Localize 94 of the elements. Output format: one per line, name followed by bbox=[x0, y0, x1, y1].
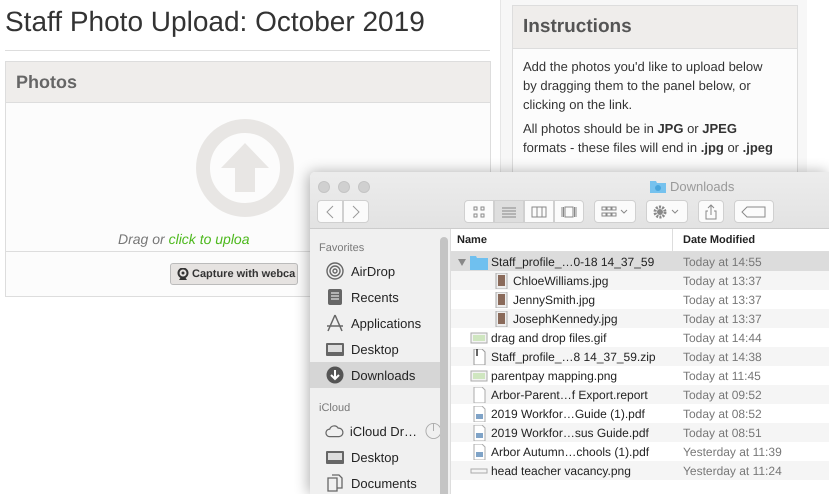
date-modified: Today at 13:37 bbox=[682, 274, 762, 288]
date-modified: Today at 08:52 bbox=[682, 406, 762, 420]
close-icon[interactable] bbox=[318, 181, 330, 193]
date-modified: Today at 08:51 bbox=[682, 426, 762, 440]
grid-icon bbox=[601, 206, 629, 218]
sync-progress-icon bbox=[425, 422, 442, 440]
date-modified: Today at 14:55 bbox=[682, 254, 762, 268]
file-name: JosephKennedy.jpg bbox=[513, 312, 618, 326]
gallery-view-icon bbox=[561, 206, 577, 218]
file-row[interactable]: JennySmith.jpg Today at 13:37 bbox=[451, 290, 829, 309]
webcam-icon bbox=[177, 268, 189, 280]
instruction-text: Add the photos you'd like to upload below by dragging them to the panel below, or clicking on the link. bbox=[523, 58, 764, 114]
sidebar-item[interactable]: Desktop bbox=[310, 336, 442, 362]
file-name: Staff_profile_…8 14_37_59.zip bbox=[491, 350, 656, 364]
minimize-icon[interactable] bbox=[338, 181, 350, 193]
share-button[interactable] bbox=[698, 200, 724, 223]
icons-view-icon bbox=[471, 206, 487, 218]
columns-view-icon bbox=[531, 206, 547, 218]
chevron-left-icon bbox=[326, 204, 334, 218]
file-name: parentpay mapping.png bbox=[491, 368, 618, 382]
panel-title: Photos bbox=[16, 72, 77, 92]
airdrop-icon bbox=[325, 262, 345, 280]
file-row[interactable]: Arbor Autumn…chools (1).pdf Yesterday at 11:39 bbox=[451, 442, 829, 461]
file-row[interactable]: 2019 Workfor…sus Guide.pdf Today at 08:51 bbox=[451, 423, 829, 442]
downloads-icon bbox=[325, 366, 345, 384]
view-mode-button[interactable] bbox=[524, 200, 554, 223]
file-name: Staff_profile_…0-18 14_37_59 bbox=[491, 254, 654, 268]
sidebar-item[interactable]: Downloads bbox=[310, 362, 442, 388]
file-name: ChloeWilliams.jpg bbox=[513, 274, 608, 288]
panel-title: Instructions bbox=[523, 16, 632, 38]
column-header[interactable]: Name bbox=[451, 229, 673, 251]
folder-icon bbox=[650, 180, 666, 193]
file-name: Arbor Autumn…chools (1).pdf bbox=[491, 444, 650, 458]
image-file-icon bbox=[470, 330, 488, 346]
forward-button[interactable] bbox=[343, 200, 369, 223]
group-button[interactable] bbox=[594, 200, 636, 223]
date-modified: Yesterday at 11:24 bbox=[682, 464, 782, 478]
file-name: head teacher vacancy.png bbox=[491, 464, 631, 478]
apps-icon bbox=[325, 314, 345, 332]
instruction-text: All photos should be in JPG or JPEG formats - these files will end in .jpg or .jpeg bbox=[523, 120, 773, 157]
window-title: Downloads bbox=[670, 179, 734, 194]
file-row[interactable]: 2019 Workfor…Guide (1).pdf Today at 08:52 bbox=[451, 404, 829, 423]
file-row[interactable]: ChloeWilliams.jpg Today at 13:37 bbox=[451, 271, 829, 290]
tag-icon bbox=[741, 206, 767, 218]
file-row[interactable]: head teacher vacancy.png Yesterday at 11:24 bbox=[451, 461, 829, 480]
date-modified: Today at 11:45 bbox=[682, 368, 761, 382]
sidebar-item[interactable]: iCloud Dr… bbox=[310, 418, 442, 444]
file-row[interactable]: Staff_profile_…8 14_37_59.zip Today at 14:38 bbox=[451, 347, 829, 366]
date-modified: Today at 13:37 bbox=[682, 312, 762, 326]
sidebar-item[interactable]: Recents bbox=[310, 284, 442, 310]
settings-icon bbox=[653, 204, 681, 218]
column-header[interactable]: Date Modified bbox=[673, 234, 756, 246]
file-name: JennySmith.jpg bbox=[513, 292, 596, 306]
page-title: Staff Photo Upload: October 2019 bbox=[5, 6, 490, 51]
recents-icon bbox=[325, 288, 345, 306]
date-modified: Today at 13:37 bbox=[682, 292, 762, 306]
sidebar-heading: iCloud bbox=[318, 401, 352, 416]
share-icon bbox=[705, 204, 717, 220]
file-name: 2019 Workfor…Guide (1).pdf bbox=[491, 406, 645, 420]
file-row[interactable]: Staff_profile_…0-18 14_37_59 Today at 14:55 bbox=[451, 252, 829, 271]
file-name: drag and drop files.gif bbox=[491, 330, 606, 344]
sidebar-item[interactable]: Desktop bbox=[310, 444, 442, 470]
zoom-icon[interactable] bbox=[358, 181, 370, 193]
sidebar-item[interactable]: Applications bbox=[310, 310, 442, 336]
view-mode-button[interactable] bbox=[494, 200, 524, 223]
date-modified: Today at 09:52 bbox=[682, 388, 762, 402]
sidebar-item[interactable]: Documents bbox=[310, 470, 442, 494]
date-modified: Today at 14:44 bbox=[682, 330, 762, 344]
file-name: 2019 Workfor…sus Guide.pdf bbox=[491, 426, 649, 440]
upload-icon bbox=[195, 118, 295, 218]
sidebar-item[interactable]: AirDrop bbox=[310, 258, 442, 284]
view-mode-button[interactable] bbox=[464, 200, 494, 223]
date-modified: Today at 14:38 bbox=[682, 350, 762, 364]
documents-icon bbox=[325, 474, 345, 492]
chevron-right-icon bbox=[352, 204, 360, 218]
desktop-icon bbox=[325, 340, 345, 358]
image-file-icon bbox=[470, 368, 488, 384]
file-row[interactable]: JosephKennedy.jpg Today at 13:37 bbox=[451, 309, 829, 328]
date-modified: Yesterday at 11:39 bbox=[682, 444, 782, 458]
file-row[interactable]: drag and drop files.gif Today at 14:44 bbox=[451, 328, 829, 347]
back-button[interactable] bbox=[317, 200, 343, 223]
file-name: Arbor-Parent…f Export.report bbox=[491, 388, 648, 402]
file-row[interactable]: Arbor-Parent…f Export.report Today at 09:52 bbox=[451, 385, 829, 404]
disclosure-icon[interactable] bbox=[457, 256, 467, 266]
file-row[interactable]: parentpay mapping.png Today at 11:45 bbox=[451, 366, 829, 385]
list-view-icon bbox=[501, 206, 517, 218]
scrollbar[interactable] bbox=[440, 237, 448, 494]
sidebar-heading: Favorites bbox=[318, 241, 366, 256]
tag-button[interactable] bbox=[734, 200, 774, 223]
webcam-button[interactable]: Capture with webca bbox=[170, 263, 298, 285]
settings-button[interactable] bbox=[646, 200, 688, 223]
drop-hint: Drag or click to uploa bbox=[118, 231, 250, 247]
view-mode-button[interactable] bbox=[554, 200, 584, 223]
desktop-icon bbox=[325, 448, 345, 466]
